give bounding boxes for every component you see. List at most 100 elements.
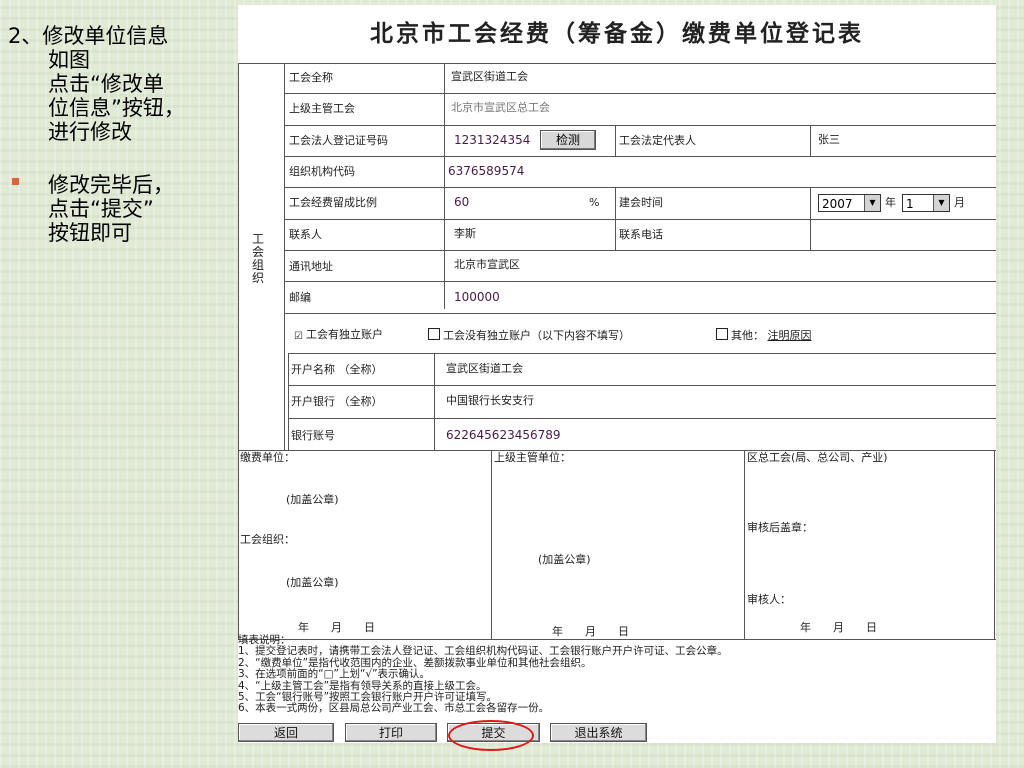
label-legal-rep: 工会法定代表人 [619,134,696,147]
account-option-none[interactable]: 工会没有独立账户（以下内容不填写） [428,328,630,343]
grid-line [288,418,996,419]
value-address[interactable]: 北京市宣武区 [454,258,520,272]
grid-line [284,313,996,314]
payer-unit-label: 缴费单位： [240,451,295,464]
value-full-name[interactable]: 宣武区街道工会 [451,70,528,84]
grid-line [994,450,995,640]
button-bar: 返回 打印 提交 退出系统 [238,723,996,743]
district-union-label: 区总工会(局、总公司、产业) [747,451,888,464]
superior-seal-text: (加盖公章) [538,553,591,566]
print-button[interactable]: 打印 [345,723,437,742]
month-select-value: 1 [906,197,914,211]
grid-line [284,156,996,157]
detect-button[interactable]: 检测 [540,130,596,150]
grid-line [284,219,996,220]
reviewer-label: 审核人： [747,593,791,606]
account-option-other[interactable]: 其他： 注明原因 [716,328,812,343]
year-select[interactable]: 2007 ▼ [818,194,881,212]
registration-form-window: 北京市工会经费（筹备金）缴费单位登记表 工会组织 工会全称 宣武区街道工会 上级… [238,5,996,743]
value-account-no[interactable]: 622645623456789 [446,428,561,442]
step-2-text: 2、修改单位信息 如图 点击“修改单 位信息”按钮， 进行修改 [8,24,236,144]
grid-line [810,126,811,156]
union-seal-text: (加盖公章) [286,576,339,589]
step-line-5: 进行修改 [48,120,132,144]
grid-line [288,353,289,451]
account-option-independent[interactable]: ☑ 工会有独立账户 [294,328,383,342]
label-ratio: 工会经费留成比例 [289,196,377,209]
value-zip[interactable]: 100000 [454,290,500,304]
grid-line [238,450,239,640]
label-bank: 开户银行 （全称） [291,395,383,408]
date-left: 年 月 日 [298,621,375,634]
value-bank[interactable]: 中国银行长安支行 [446,394,534,408]
bullet-line-2: 点击“提交” [48,197,154,221]
note-line: 3、在选项前面的“□”上划“√”表示确认。 [238,668,431,681]
grid-line [284,250,996,251]
label-phone: 联系电话 [619,228,663,241]
step-line-4: 位信息”按钮， [48,96,185,120]
account-opt3-label: 其他： [731,329,764,342]
step-line-3: 点击“修改单 [48,72,164,96]
step-line-1: 2、修改单位信息 [8,24,169,48]
back-button[interactable]: 返回 [238,723,334,742]
section-label-union-org: 工会组织 [251,232,264,285]
square-bullet-icon [12,178,19,185]
grid-line [744,450,745,640]
checkbox-checked-icon[interactable]: ☑ [294,332,303,342]
year-select-value: 2007 [822,197,853,211]
label-full-name: 工会全称 [289,71,333,84]
form-title: 北京市工会经费（筹备金）缴费单位登记表 [370,20,864,47]
grid-line [284,93,996,94]
value-org-code[interactable]: 6376589574 [448,164,524,178]
grid-line [284,63,285,451]
grid-line [284,187,996,188]
value-superior-union: 北京市宣武区总工会 [451,101,550,114]
grid-line [615,126,616,156]
note-line: 6、本表一式两份，区县局总公司产业工会、市总工会各留存一份。 [238,702,550,715]
value-reg-no[interactable]: 1231324354 [454,133,530,147]
grid-line [284,281,996,282]
label-org-code: 组织机构代码 [289,165,355,178]
value-account-name[interactable]: 宣武区街道工会 [446,362,523,376]
checkbox-icon[interactable] [428,328,440,340]
form-notes: 填表说明： 1、提交登记表时，请携带工会法人登记证、工会组织机构代码证、工会银行… [238,634,996,715]
label-account-no: 银行账号 [291,429,335,442]
label-account-name: 开户名称 （全称） [291,363,383,376]
value-ratio[interactable]: 60 [454,195,469,209]
grid-line [284,125,996,126]
bullet-line-3: 按钮即可 [48,221,132,245]
reason-link[interactable]: 注明原因 [768,329,812,342]
grid-line [434,353,435,451]
chevron-down-icon: ▼ [933,195,949,211]
label-reg-no: 工会法人登记证号码 [289,134,388,147]
grid-line [288,385,996,386]
payer-seal-text: (加盖公章) [286,493,339,506]
value-contact[interactable]: 李斯 [454,227,476,241]
label-address: 通讯地址 [289,260,333,273]
date-right: 年 月 日 [800,621,877,634]
bullet-line-1: 修改完毕后， [48,173,174,197]
chevron-down-icon: ▼ [864,195,880,211]
value-legal-rep[interactable]: 张三 [818,133,840,147]
label-contact: 联系人 [289,228,322,241]
grid-line [288,353,996,354]
superior-unit-label: 上级主管单位： [494,451,571,464]
grid-line [491,450,492,640]
submit-highlight-ellipse [448,720,534,751]
grid-line [238,63,239,451]
review-seal-label: 审核后盖章： [747,521,813,534]
month-unit: 月 [954,196,965,209]
account-opt1-label: 工会有独立账户 [305,328,383,341]
year-unit: 年 [885,196,896,209]
bullet-item: 修改完毕后， 点击“提交” 按钮即可 [8,173,236,245]
label-superior-union: 上级主管工会 [289,102,355,115]
ratio-unit: % [589,196,600,209]
union-org-label: 工会组织： [240,533,295,546]
checkbox-icon[interactable] [716,328,728,340]
grid-line [238,63,996,64]
instruction-panel: 2、修改单位信息 如图 点击“修改单 位信息”按钮， 进行修改 修改完毕后， 点… [8,24,236,245]
step-line-2: 如图 [48,48,90,72]
label-founded: 建会时间 [619,196,663,209]
exit-system-button[interactable]: 退出系统 [550,723,647,742]
month-select[interactable]: 1 ▼ [902,194,950,212]
